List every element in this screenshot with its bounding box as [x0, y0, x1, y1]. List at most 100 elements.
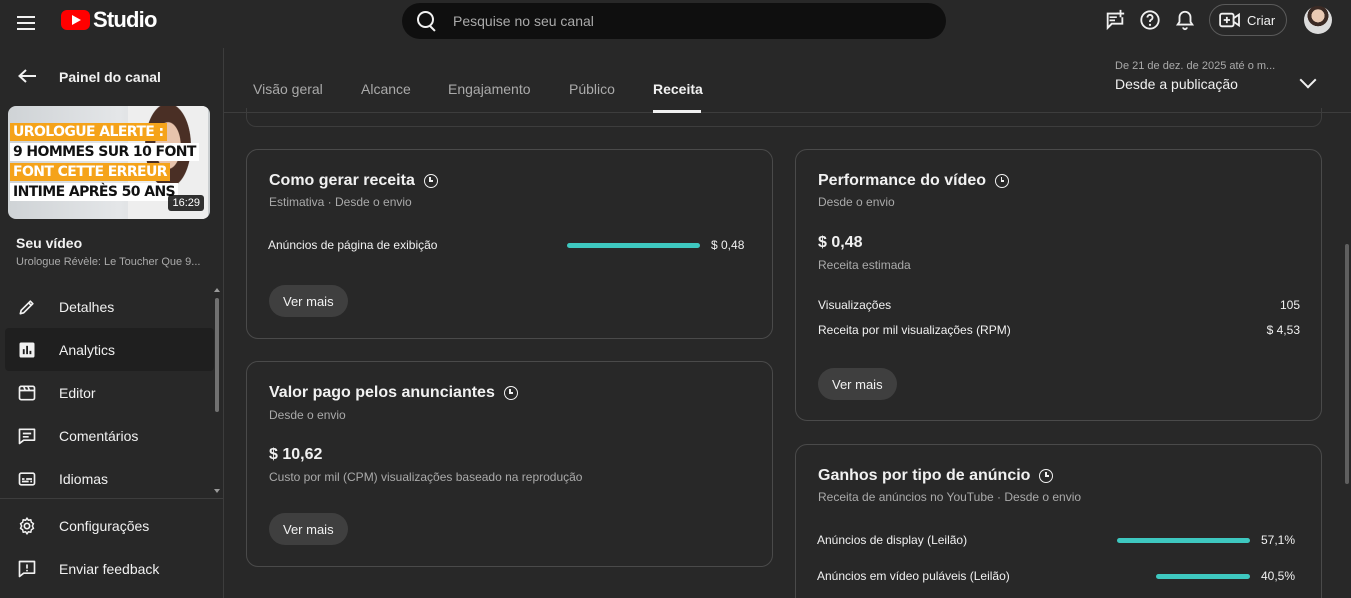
sidebar-item-feedback[interactable]: Enviar feedback — [0, 547, 224, 590]
tab-revenue[interactable]: Receita — [653, 81, 703, 97]
card-title: Como gerar receita — [269, 172, 438, 190]
help-icon[interactable] — [1139, 9, 1161, 31]
card-title: Performance do vídeo — [818, 172, 1010, 190]
tab-engagement[interactable]: Engajamento — [448, 81, 531, 97]
estimated-revenue-label: Receita estimada — [818, 258, 911, 272]
main-content: Visão geral Alcance Engajamento Público … — [224, 48, 1351, 598]
analytics-tabs: Visão geral Alcance Engajamento Público … — [224, 48, 1351, 113]
see-more-button[interactable]: Ver mais — [818, 368, 897, 400]
sidebar-item-label: Idiomas — [59, 470, 109, 487]
video-performance-card: Performance do vídeo Desde o envio $ 0,4… — [795, 149, 1322, 421]
sidebar: Painel do canal UROLOGUE ALERTE : 9 HOMM… — [0, 48, 224, 598]
card-title-text: Como gerar receita — [269, 172, 415, 189]
card-subtitle: Receita de anúncios no YouTube · Desde o… — [818, 490, 1082, 504]
card-title-text: Performance do vídeo — [818, 172, 987, 189]
sidebar-item-label: Configurações — [59, 517, 150, 534]
sidebar-item-label: Comentários — [59, 427, 139, 444]
pencil-icon — [19, 299, 34, 314]
youtube-play-icon — [61, 10, 90, 30]
clock-icon[interactable] — [503, 386, 518, 400]
sidebar-bottom-nav: Configurações Enviar feedback — [0, 504, 224, 590]
cpm-value: $ 10,62 — [269, 446, 323, 463]
revenue-source-label: Anúncios de página de exibição — [268, 238, 438, 252]
back-arrow-icon — [18, 69, 36, 83]
analytics-icon — [19, 342, 35, 357]
main-scrollbar[interactable] — [1345, 244, 1349, 484]
sidebar-item-details[interactable]: Detalhes — [0, 285, 224, 328]
logo-text: Studio — [93, 7, 157, 32]
back-label: Painel do canal — [59, 69, 161, 85]
feedback-icon — [18, 560, 36, 577]
ad-type-label: Anúncios de display (Leilão) — [817, 533, 968, 547]
sidebar-item-label: Editor — [59, 384, 96, 401]
revenue-sources-card: Como gerar receita Estimativa · Desde o … — [246, 149, 773, 339]
notifications-bell-icon[interactable] — [1174, 9, 1196, 31]
date-range-detail: De 21 de dez. de 2025 até o m... — [1115, 60, 1276, 72]
create-button-label: Criar — [1247, 12, 1276, 28]
sidebar-scrollbar[interactable] — [215, 298, 219, 412]
channel-dashboard-back-link[interactable]: Painel do canal — [0, 60, 224, 94]
clock-icon[interactable] — [995, 174, 1010, 188]
sidebar-item-label: Detalhes — [59, 298, 115, 315]
sidebar-item-editor[interactable]: Editor — [0, 371, 224, 414]
card-subtitle: Desde o envio — [818, 195, 895, 209]
ad-type-earnings-card: Ganhos por tipo de anúncio Receita de an… — [795, 444, 1322, 598]
see-more-button[interactable]: Ver mais — [269, 513, 348, 545]
ad-type-percentage: 40,5% — [1261, 569, 1296, 583]
video-thumbnail[interactable]: UROLOGUE ALERTE : 9 HOMMES SUR 10 FONT F… — [8, 106, 210, 219]
rpm-label: Receita por mil visualizações (RPM) — [818, 323, 1011, 337]
sidebar-divider — [0, 498, 224, 499]
sidebar-item-languages[interactable]: Idiomas — [0, 457, 224, 500]
sidebar-item-settings[interactable]: Configurações — [0, 504, 224, 547]
ad-type-bar — [1156, 574, 1250, 579]
thumbnail-text-line: INTIME APRÈS 50 ANS — [10, 183, 179, 201]
ad-type-bar — [1117, 538, 1250, 543]
video-title[interactable]: Urologue Révèle: Le Toucher Que 9... — [16, 256, 200, 268]
card-title-text: Ganhos por tipo de anúncio — [818, 467, 1031, 484]
search-icon[interactable] — [417, 11, 437, 31]
card-title: Valor pago pelos anunciantes — [269, 384, 518, 402]
advertiser-paid-card: Valor pago pelos anunciantes Desde o env… — [246, 361, 773, 567]
thumbnail-text-line: UROLOGUE ALERTE : — [10, 123, 167, 141]
sidebar-item-label: Enviar feedback — [59, 560, 160, 577]
ad-type-label: Anúncios em vídeo puláveis (Leilão) — [817, 569, 1010, 583]
revenue-source-bar — [567, 243, 700, 248]
ad-type-percentage: 57,1% — [1261, 533, 1296, 547]
thumbnail-text-line: 9 HOMMES SUR 10 FONT — [10, 143, 199, 161]
scroll-up-arrow-icon[interactable] — [214, 288, 220, 292]
menu-icon[interactable] — [17, 12, 39, 34]
revenue-source-value: $ 0,48 — [711, 238, 745, 252]
sidebar-nav: Detalhes Analytics Editor Comentários Id… — [0, 285, 224, 500]
previous-card-bottom-edge — [246, 108, 1322, 127]
create-button[interactable]: Criar — [1209, 4, 1287, 36]
clock-icon[interactable] — [1039, 469, 1054, 483]
see-more-button[interactable]: Ver mais — [269, 285, 348, 317]
rpm-value: $ 4,53 — [1266, 323, 1300, 337]
search-input[interactable] — [453, 13, 893, 29]
your-video-heading: Seu vídeo — [16, 235, 83, 251]
tab-audience[interactable]: Público — [569, 81, 615, 97]
video-camera-plus-icon — [1219, 12, 1240, 28]
sidebar-item-comments[interactable]: Comentários — [0, 414, 224, 457]
card-subtitle: Desde o envio — [269, 408, 346, 422]
video-duration-badge: 16:29 — [168, 195, 204, 211]
card-title-text: Valor pago pelos anunciantes — [269, 384, 495, 401]
subtitles-icon — [18, 471, 36, 486]
clapper-icon — [18, 385, 36, 400]
tab-reach[interactable]: Alcance — [361, 81, 411, 97]
clock-icon[interactable] — [423, 174, 438, 188]
avatar[interactable] — [1304, 6, 1332, 34]
gear-icon — [19, 516, 35, 535]
scroll-down-arrow-icon[interactable] — [214, 489, 220, 493]
views-label: Visualizações — [818, 298, 892, 312]
estimated-revenue-value: $ 0,48 — [818, 234, 863, 251]
search-bar[interactable] — [402, 3, 946, 39]
comment-icon — [18, 428, 36, 444]
cpm-label: Custo por mil (CPM) visualizações basead… — [269, 470, 583, 484]
top-bar: Studio Criar — [0, 0, 1351, 48]
studio-logo[interactable]: Studio — [61, 7, 157, 33]
tab-overview[interactable]: Visão geral — [253, 81, 323, 97]
views-value: 105 — [1279, 298, 1300, 312]
sidebar-item-analytics[interactable]: Analytics — [5, 328, 214, 371]
create-post-icon[interactable] — [1104, 9, 1126, 31]
